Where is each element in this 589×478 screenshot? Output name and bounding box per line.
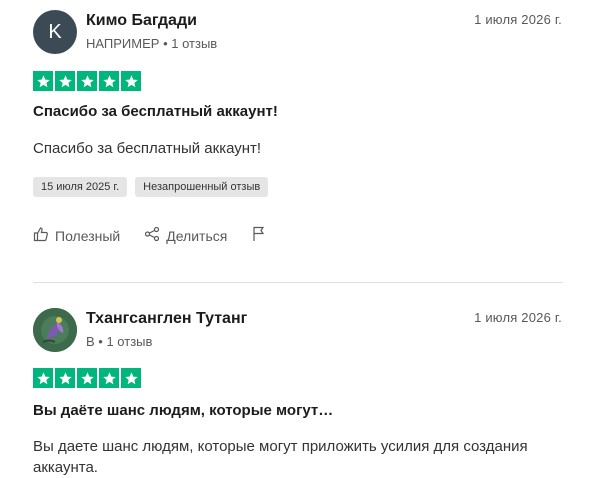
star-icon	[77, 368, 97, 388]
star-icon	[77, 71, 97, 91]
avatar-image-icon	[33, 308, 77, 352]
review-divider	[33, 282, 563, 283]
review-title[interactable]: Вы даёте шанс людям, которые могут…	[33, 402, 333, 419]
star-icon	[33, 71, 53, 91]
star-icon	[55, 71, 75, 91]
review-tags: 15 июля 2025 г. Незапрошенный отзыв	[33, 177, 269, 197]
avatar[interactable]	[33, 308, 77, 352]
avatar-letter: K	[48, 20, 62, 43]
share-button[interactable]: Делиться	[144, 226, 227, 245]
review-body: Спасибо за бесплатный аккаунт!	[33, 140, 262, 157]
star-icon	[33, 368, 53, 388]
review-date: 1 июля 2026 г.	[474, 310, 562, 325]
flag-icon	[251, 226, 267, 245]
reviewer-country: В	[86, 334, 95, 349]
star-icon	[121, 71, 141, 91]
reviewer-country: НАПРИМЕР	[86, 36, 160, 51]
share-icon	[144, 226, 160, 245]
star-rating	[33, 368, 141, 388]
star-icon	[55, 368, 75, 388]
avatar[interactable]: K	[33, 10, 77, 54]
review-actions: Полезный Делиться	[33, 226, 291, 245]
review-date: 1 июля 2026 г.	[474, 12, 562, 27]
report-button[interactable]	[251, 226, 267, 245]
star-icon	[121, 368, 141, 388]
reviewer-review-count: 1 отзыв	[171, 36, 218, 51]
thumbs-up-icon	[33, 226, 49, 245]
star-icon	[99, 368, 119, 388]
star-icon	[99, 71, 119, 91]
reviewer-name[interactable]: Кимо Багдади	[86, 12, 197, 30]
useful-button[interactable]: Полезный	[33, 226, 120, 245]
reviewer-review-count: 1 отзыв	[106, 334, 153, 349]
review-title[interactable]: Спасибо за бесплатный аккаунт!	[33, 103, 278, 120]
star-rating	[33, 71, 141, 91]
experience-date-badge: 15 июля 2025 г.	[33, 177, 128, 197]
useful-label: Полезный	[55, 227, 121, 244]
share-label: Делиться	[166, 227, 228, 244]
reviewer-meta: НАПРИМЕР • 1 отзыв	[86, 36, 217, 51]
unprompted-review-badge[interactable]: Незапрошенный отзыв	[135, 177, 269, 197]
reviewer-meta: В • 1 отзыв	[86, 334, 152, 349]
reviewer-name[interactable]: Тхангсанглен Тутанг	[86, 310, 247, 328]
review-body: Вы даете шанс людям, которые могут прило…	[33, 438, 528, 476]
